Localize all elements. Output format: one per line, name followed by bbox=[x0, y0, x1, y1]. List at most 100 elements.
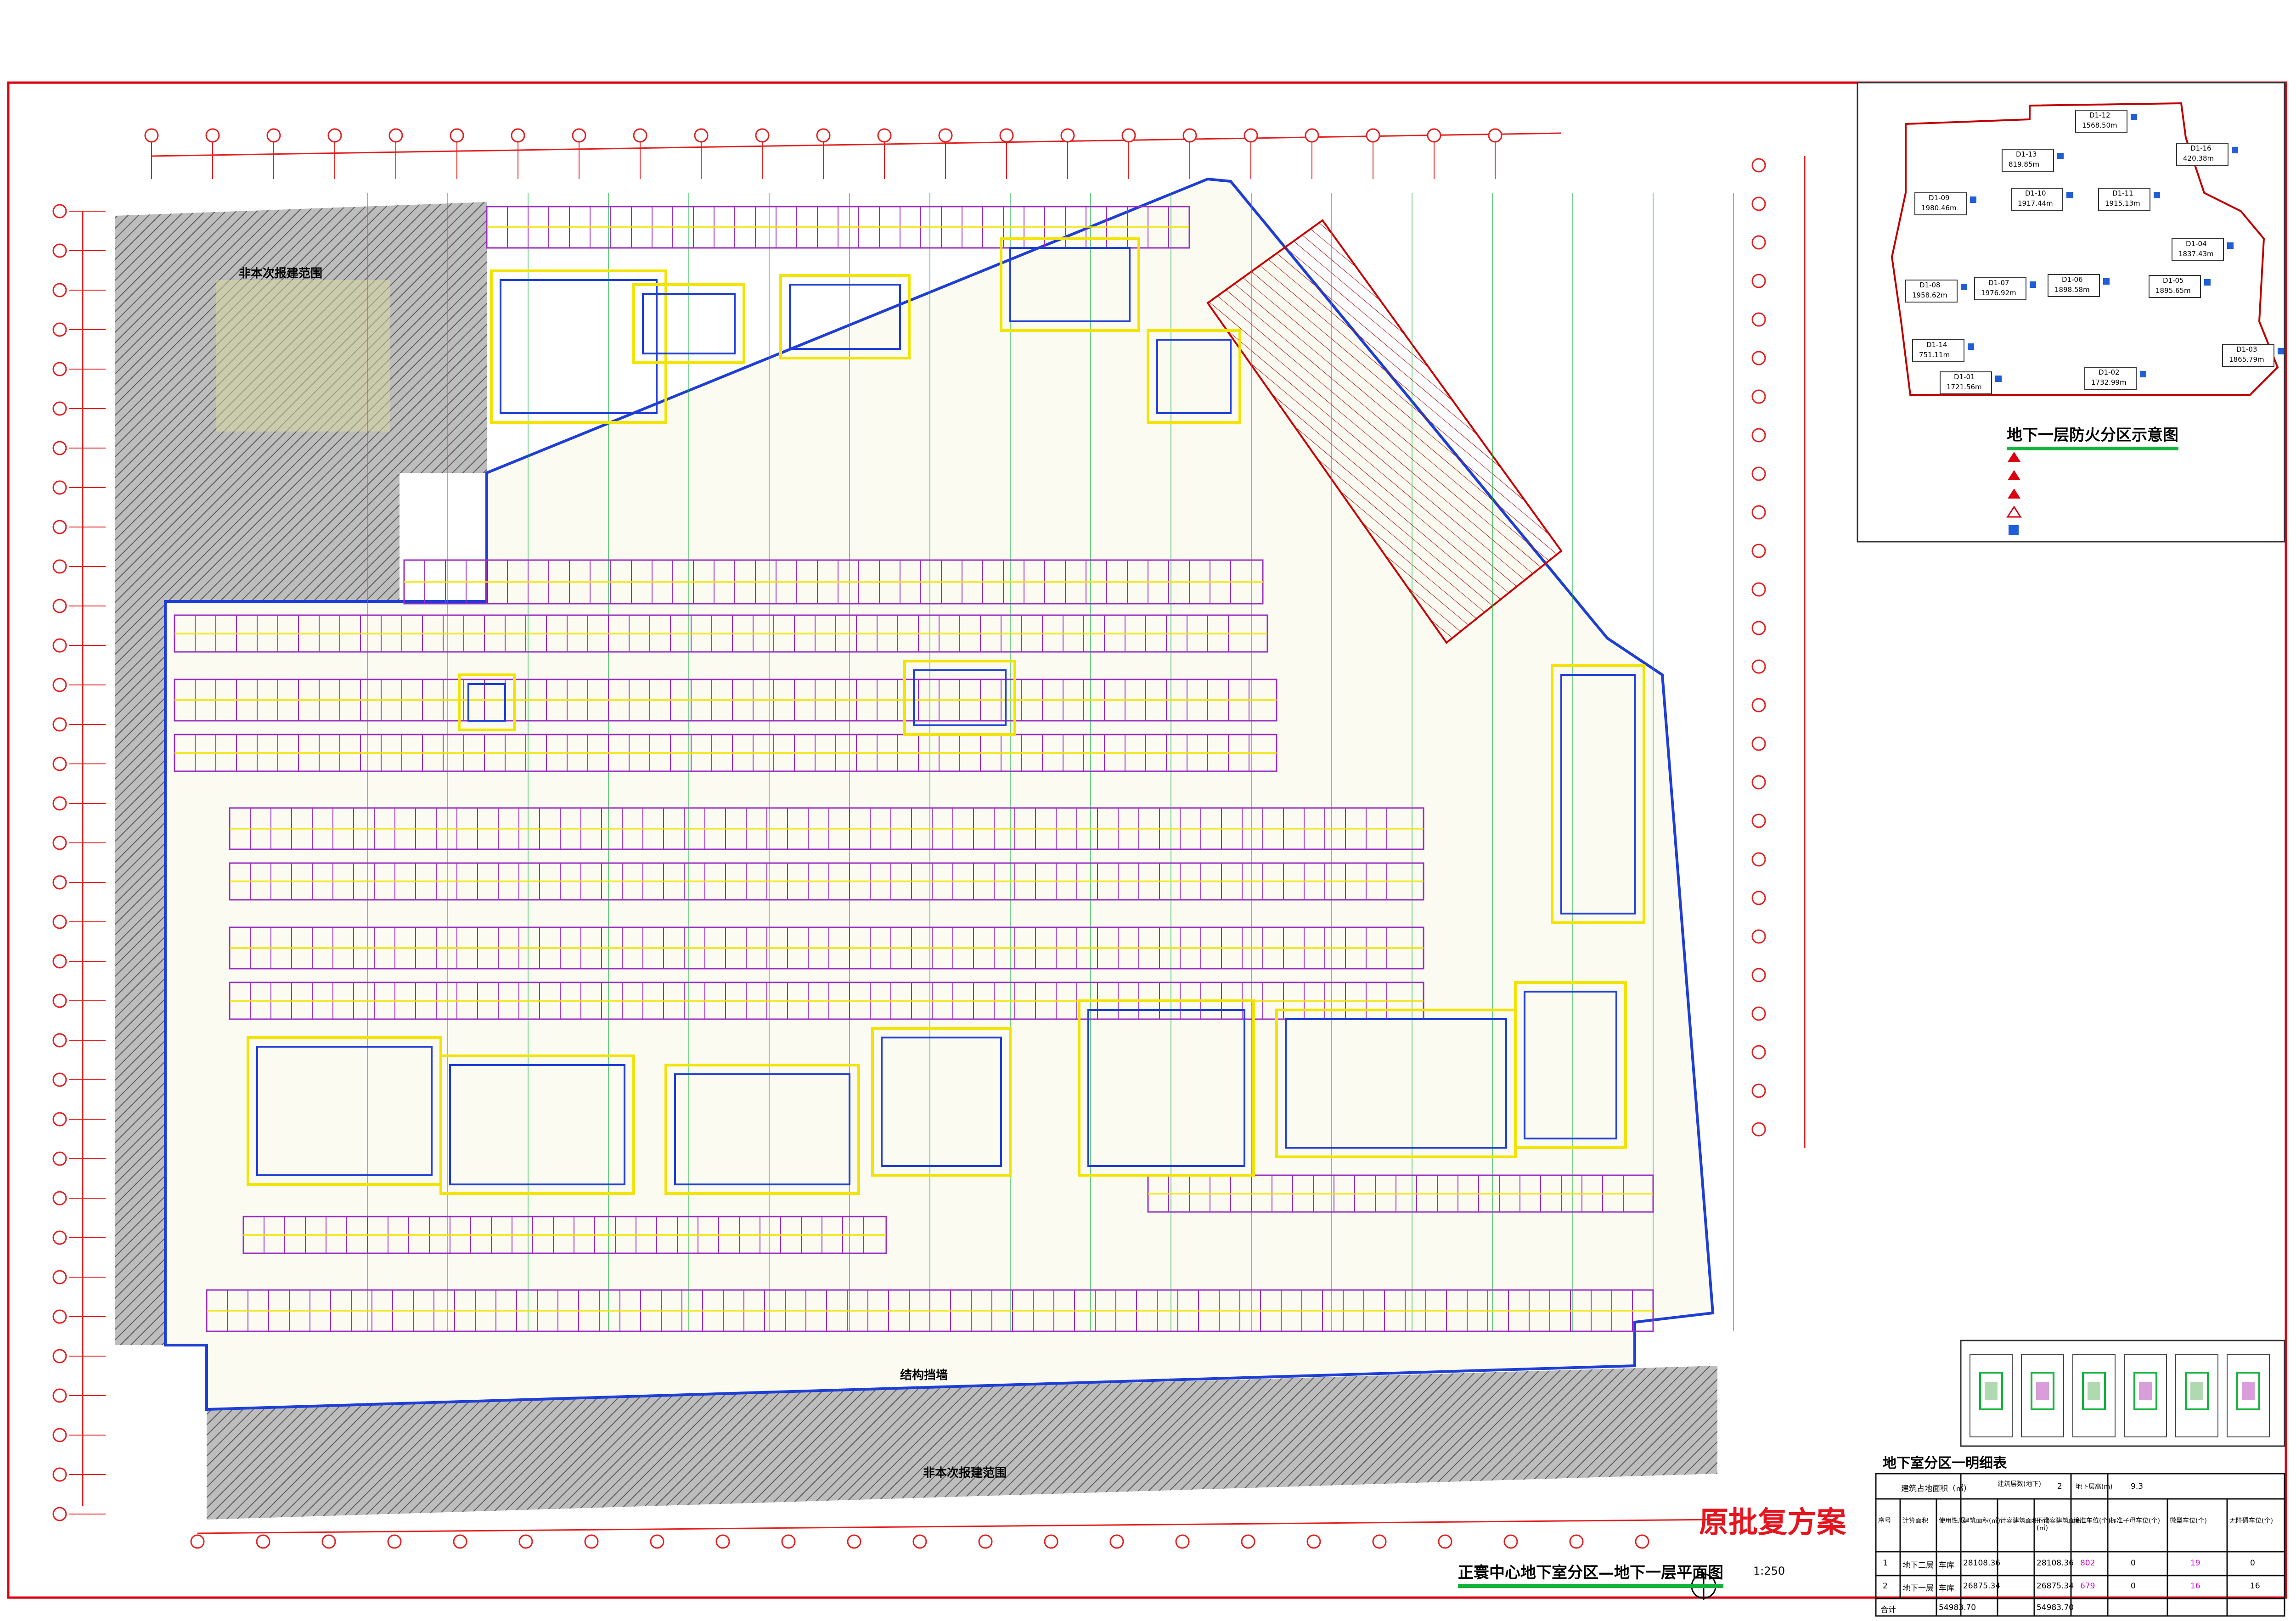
grid-bubble-bottom bbox=[847, 1534, 861, 1549]
inset-zone-marker bbox=[1961, 284, 1967, 290]
grid-bubble-right bbox=[1751, 196, 1766, 211]
grid-bubble-left bbox=[52, 993, 67, 1008]
grid-bubble-top bbox=[144, 128, 159, 143]
table-cell: 679 bbox=[2080, 1582, 2095, 1591]
grid-bubble-left bbox=[52, 559, 67, 574]
grid-bubble-bottom bbox=[781, 1534, 796, 1549]
grid-bubble-bottom bbox=[1109, 1534, 1124, 1549]
approval-stamp: 原批复方案 bbox=[1699, 1506, 1846, 1540]
total-area: 54983.70 bbox=[1939, 1603, 1976, 1612]
grid-bubble-right bbox=[1751, 1122, 1766, 1137]
grid-bubble-top bbox=[633, 128, 647, 143]
grid-bubble-right bbox=[1751, 929, 1766, 944]
grid-bubble-top bbox=[1366, 128, 1380, 143]
dimension-line-bottom bbox=[197, 1519, 1718, 1534]
grid-bubble-left bbox=[52, 401, 67, 416]
table-header-cell: 序号 bbox=[1878, 1517, 1891, 1525]
stall-type-fill bbox=[2088, 1382, 2100, 1400]
grid-bubble-top bbox=[877, 128, 892, 143]
grid-bubble-left bbox=[52, 875, 67, 890]
table-cell: 地下二层 bbox=[1902, 1561, 1934, 1570]
grid-bubble-bottom bbox=[1241, 1534, 1255, 1549]
grid-bubble-right bbox=[1751, 968, 1766, 982]
inset-zone-marker bbox=[2232, 147, 2238, 153]
inset-title: 地下一层防火分区示意图 bbox=[2007, 422, 2178, 450]
inset-zone-marker bbox=[1968, 343, 1974, 350]
floors-label: 建筑层数(地下) bbox=[1998, 1481, 2041, 1488]
grid-bubble-top bbox=[1305, 128, 1319, 143]
grid-bubble-top bbox=[1488, 128, 1503, 143]
schedule-table-lines bbox=[1875, 1473, 2285, 1617]
inset-zone-id: D1-09 bbox=[1929, 194, 1950, 202]
floors-value: 2 bbox=[2057, 1482, 2062, 1491]
inset-zone-area: 1865.79m bbox=[2229, 355, 2264, 364]
grid-bubble-left bbox=[52, 204, 67, 219]
inset-zone-id: D1-10 bbox=[2025, 189, 2046, 197]
grid-bubble-right bbox=[1751, 466, 1766, 481]
grid-bubble-right bbox=[1751, 621, 1766, 635]
grid-bubble-left bbox=[52, 243, 67, 258]
inset-zone-area: 1568.50m bbox=[2082, 121, 2117, 129]
site-area-label: 建筑占地面积（㎡） bbox=[1901, 1484, 1971, 1493]
schedule-table-title: 地下室分区一明细表 bbox=[1883, 1455, 2007, 1471]
grid-bubble-bottom bbox=[1175, 1534, 1190, 1549]
grid-bubble-right bbox=[1751, 505, 1766, 520]
grid-bubble-bottom bbox=[1503, 1534, 1518, 1549]
table-cell: 26875.34 bbox=[1963, 1582, 2001, 1591]
grid-bubble-top bbox=[755, 128, 770, 143]
table-cell: 1 bbox=[1883, 1559, 1888, 1568]
grid-bubble-bottom bbox=[518, 1534, 533, 1549]
inset-zone-area: 1976.92m bbox=[1981, 289, 2016, 297]
grid-bubble-top bbox=[327, 128, 342, 143]
grid-bubble-right bbox=[1751, 428, 1766, 443]
grid-bubble-bottom bbox=[912, 1534, 927, 1549]
grid-bubble-bottom bbox=[321, 1534, 336, 1549]
grid-bubble-left bbox=[52, 954, 67, 969]
grid-bubble-top bbox=[1244, 128, 1258, 143]
grid-bubble-top bbox=[1182, 128, 1197, 143]
inset-zone-marker bbox=[2227, 242, 2234, 249]
grid-bubble-top bbox=[1427, 128, 1441, 143]
total-area-2: 54983.70 bbox=[2037, 1603, 2074, 1612]
grid-bubble-left bbox=[52, 1191, 67, 1206]
grid-bubble-bottom bbox=[715, 1534, 730, 1549]
table-cell: 16 bbox=[2250, 1582, 2260, 1591]
grid-bubble-right bbox=[1751, 351, 1766, 365]
dimension-line-top bbox=[151, 132, 1562, 157]
structure-wall-label: 结构挡墙 bbox=[900, 1369, 948, 1382]
inset-zone-id: D1-14 bbox=[1926, 341, 1947, 349]
inset-zone-id: D1-11 bbox=[2112, 189, 2133, 197]
grid-bubble-top bbox=[938, 128, 953, 143]
floor-height-value: 9.3 bbox=[2131, 1482, 2144, 1491]
grid-bubble-bottom bbox=[1438, 1534, 1452, 1549]
grid-bubble-bottom bbox=[1306, 1534, 1321, 1549]
inset-zone-id: D1-07 bbox=[1988, 279, 2009, 287]
table-cell: 28108.36 bbox=[1963, 1559, 2001, 1568]
floor-plan-drawing bbox=[7, 81, 2287, 1617]
grid-bubble-left bbox=[52, 1507, 67, 1521]
inset-zone-marker bbox=[2204, 279, 2211, 286]
grid-bubble-right bbox=[1751, 852, 1766, 867]
inset-zone-marker bbox=[2057, 153, 2064, 159]
grid-bubble-right bbox=[1751, 736, 1766, 751]
inset-zone-area: 819.85m bbox=[2009, 160, 2040, 168]
grid-bubble-left bbox=[52, 914, 67, 929]
inset-zone-area: 1980.46m bbox=[1921, 204, 1957, 212]
inset-zone-area: 1732.99m bbox=[2091, 378, 2127, 387]
table-cell: 26875.34 bbox=[2037, 1582, 2074, 1591]
inset-zone-marker bbox=[1970, 196, 1976, 203]
table-cell: 802 bbox=[2080, 1559, 2095, 1568]
table-cell: 2 bbox=[1883, 1582, 1888, 1591]
grid-bubble-bottom bbox=[1044, 1534, 1058, 1549]
inset-zone-marker bbox=[2140, 371, 2146, 377]
grid-bubble-left bbox=[52, 322, 67, 337]
grid-bubble-left bbox=[52, 1428, 67, 1442]
inset-zone-marker bbox=[1995, 376, 2002, 382]
grid-bubble-right bbox=[1751, 891, 1766, 905]
grid-bubble-left bbox=[52, 1309, 67, 1324]
grid-bubble-left bbox=[52, 520, 67, 534]
grid-bubble-bottom bbox=[453, 1534, 467, 1549]
inset-zone-id: D1-12 bbox=[2089, 111, 2110, 119]
grid-bubble-left bbox=[52, 599, 67, 613]
grid-bubble-top bbox=[266, 128, 281, 143]
